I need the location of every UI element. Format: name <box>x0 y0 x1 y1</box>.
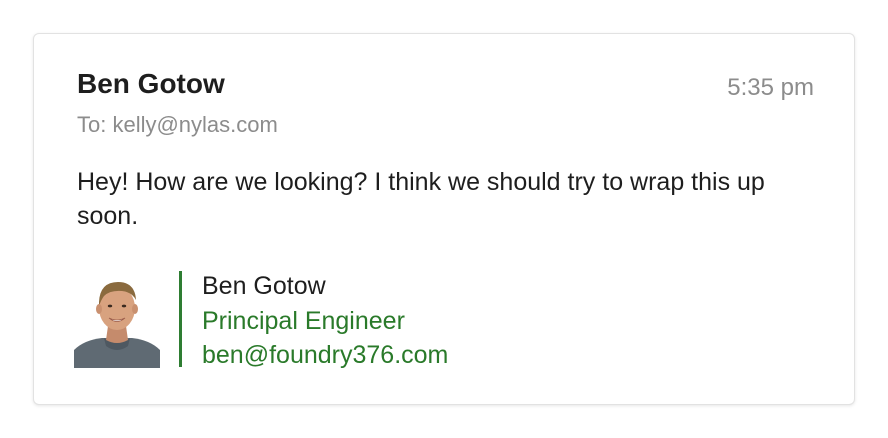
signature-title: Principal Engineer <box>202 307 405 335</box>
signature-divider <box>179 271 182 367</box>
message-timestamp: 5:35 pm <box>727 74 814 101</box>
person-photo-icon <box>74 276 160 368</box>
sender-name[interactable]: Ben Gotow <box>77 68 225 100</box>
signature-email-link[interactable]: ben@foundry376.com <box>202 339 448 371</box>
avatar <box>74 276 160 368</box>
message-body: Hey! How are we looking? I think we shou… <box>77 168 765 230</box>
email-signature: Ben Gotow Principal Engineer ben@foundry… <box>74 271 534 371</box>
message-card: Ben Gotow 5:35 pm To: kelly@nylas.com He… <box>33 33 855 405</box>
signature-name: Ben Gotow <box>202 272 326 300</box>
recipient-line[interactable]: To: kelly@nylas.com <box>77 111 278 139</box>
